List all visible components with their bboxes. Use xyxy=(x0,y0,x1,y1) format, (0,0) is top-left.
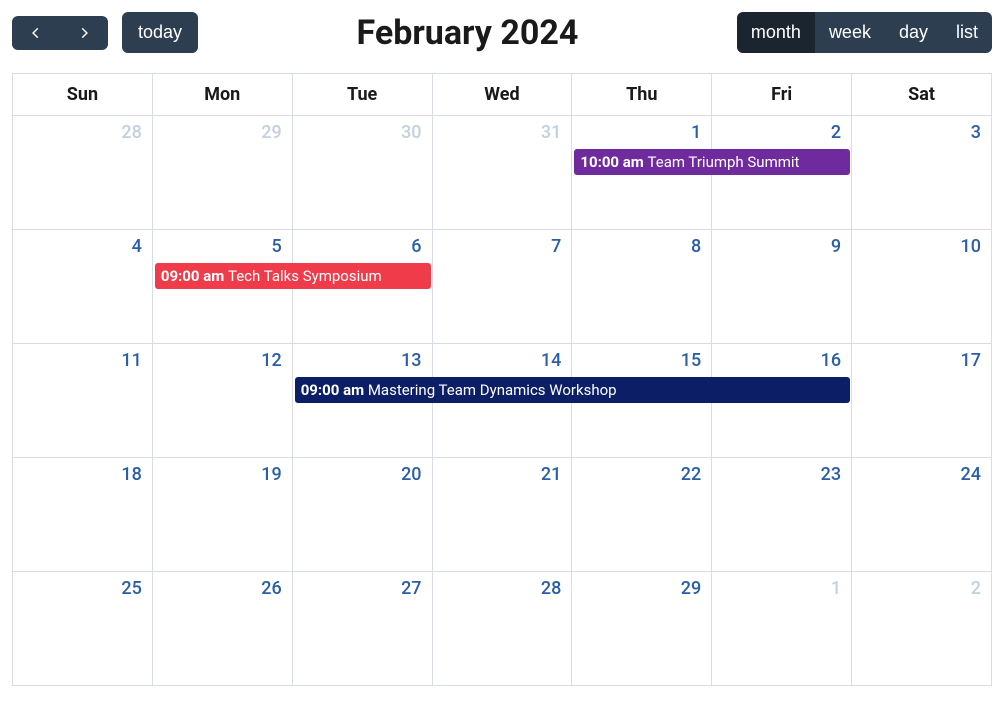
view-list-button[interactable]: list xyxy=(942,12,992,53)
day-cell[interactable]: 29 xyxy=(152,116,292,230)
day-cell[interactable]: 21 xyxy=(432,458,572,572)
day-cell[interactable]: 28 xyxy=(432,572,572,686)
day-number: 13 xyxy=(293,344,432,371)
view-day-button[interactable]: day xyxy=(885,12,942,53)
day-number: 26 xyxy=(153,572,292,599)
day-number: 2 xyxy=(852,572,991,599)
day-number: 16 xyxy=(712,344,851,371)
day-cell[interactable]: 19 xyxy=(152,458,292,572)
day-header: Wed xyxy=(432,74,572,116)
day-number: 1 xyxy=(712,572,851,599)
day-header: Thu xyxy=(572,74,712,116)
day-number: 10 xyxy=(852,230,991,257)
day-number: 17 xyxy=(852,344,991,371)
view-month-button[interactable]: month xyxy=(737,12,815,53)
day-cell[interactable]: 27 xyxy=(292,572,432,686)
event-time: 10:00 am xyxy=(580,153,647,171)
day-cell[interactable]: 17 xyxy=(852,344,992,458)
day-cell[interactable]: 23 xyxy=(712,458,852,572)
day-cell[interactable]: 12 xyxy=(152,344,292,458)
day-cell[interactable]: 31 xyxy=(432,116,572,230)
day-number: 1 xyxy=(572,116,711,143)
day-cell[interactable]: 30 xyxy=(292,116,432,230)
day-number: 18 xyxy=(13,458,152,485)
day-header: Sat xyxy=(852,74,992,116)
day-number: 27 xyxy=(293,572,432,599)
day-cell[interactable]: 18 xyxy=(13,458,153,572)
day-cell[interactable]: 20 xyxy=(292,458,432,572)
day-number: 30 xyxy=(293,116,432,143)
day-header: Sun xyxy=(13,74,153,116)
chevron-right-icon xyxy=(77,26,91,40)
day-cell[interactable]: 4 xyxy=(13,230,153,344)
day-cell[interactable]: 3 xyxy=(852,116,992,230)
day-header: Mon xyxy=(152,74,292,116)
day-number: 2 xyxy=(712,116,851,143)
day-cell[interactable]: 110:00 am Team Triumph Summit xyxy=(572,116,712,230)
day-cell[interactable]: 25 xyxy=(13,572,153,686)
day-number: 31 xyxy=(433,116,572,143)
day-cell[interactable]: 9 xyxy=(712,230,852,344)
day-number: 21 xyxy=(433,458,572,485)
day-number: 14 xyxy=(433,344,572,371)
day-number: 28 xyxy=(13,116,152,143)
today-button[interactable]: today xyxy=(122,12,198,53)
day-cell[interactable]: 26 xyxy=(152,572,292,686)
day-number: 4 xyxy=(13,230,152,257)
day-number: 28 xyxy=(433,572,572,599)
day-number: 11 xyxy=(13,344,152,371)
day-cell[interactable]: 8 xyxy=(572,230,712,344)
day-number: 22 xyxy=(572,458,711,485)
day-number: 20 xyxy=(293,458,432,485)
day-header: Fri xyxy=(712,74,852,116)
event-time: 09:00 am xyxy=(161,267,228,285)
day-number: 3 xyxy=(852,116,991,143)
prev-button[interactable] xyxy=(12,16,60,50)
day-number: 24 xyxy=(852,458,991,485)
day-number: 29 xyxy=(153,116,292,143)
next-button[interactable] xyxy=(60,16,108,50)
view-week-button[interactable]: week xyxy=(815,12,885,53)
day-number: 29 xyxy=(572,572,711,599)
day-cell[interactable]: 1 xyxy=(712,572,852,686)
day-header: Tue xyxy=(292,74,432,116)
day-cell[interactable]: 1309:00 am Mastering Team Dynamics Works… xyxy=(292,344,432,458)
day-cell[interactable]: 2 xyxy=(852,572,992,686)
event-time: 09:00 am xyxy=(301,381,368,399)
day-cell[interactable]: 24 xyxy=(852,458,992,572)
day-number: 25 xyxy=(13,572,152,599)
day-number: 12 xyxy=(153,344,292,371)
day-cell[interactable]: 7 xyxy=(432,230,572,344)
day-cell[interactable]: 6 xyxy=(292,230,432,344)
calendar-title: February 2024 xyxy=(198,13,737,53)
day-cell[interactable]: 16 xyxy=(712,344,852,458)
day-cell[interactable]: 2 xyxy=(712,116,852,230)
calendar-grid: SunMonTueWedThuFriSat 28293031110:00 am … xyxy=(12,73,992,686)
day-number: 15 xyxy=(572,344,711,371)
day-cell[interactable]: 28 xyxy=(13,116,153,230)
day-number: 9 xyxy=(712,230,851,257)
day-number: 8 xyxy=(572,230,711,257)
day-cell[interactable]: 22 xyxy=(572,458,712,572)
day-cell[interactable]: 15 xyxy=(572,344,712,458)
day-cell[interactable]: 29 xyxy=(572,572,712,686)
day-number: 19 xyxy=(153,458,292,485)
day-number: 5 xyxy=(153,230,292,257)
nav-button-group xyxy=(12,16,108,50)
day-cell[interactable]: 14 xyxy=(432,344,572,458)
chevron-left-icon xyxy=(29,26,43,40)
day-number: 6 xyxy=(293,230,432,257)
day-number: 23 xyxy=(712,458,851,485)
day-cell[interactable]: 11 xyxy=(13,344,153,458)
view-switcher: month week day list xyxy=(737,12,992,53)
day-cell[interactable]: 10 xyxy=(852,230,992,344)
day-number: 7 xyxy=(433,230,572,257)
day-cell[interactable]: 509:00 am Tech Talks Symposium xyxy=(152,230,292,344)
